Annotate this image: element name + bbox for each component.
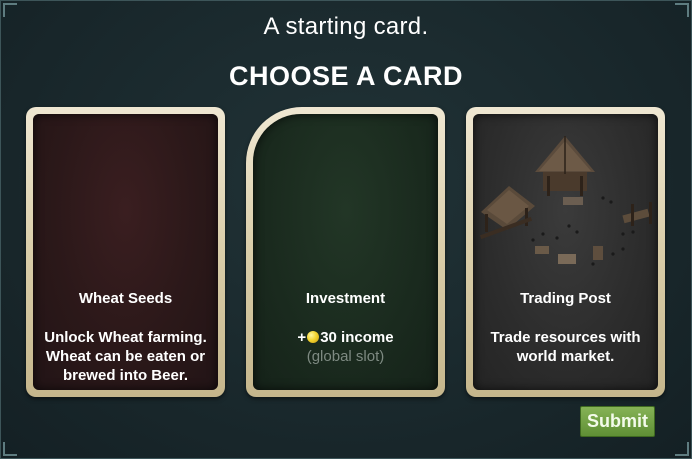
card-trading-post[interactable]: Trading Post Trade resources with world … (466, 107, 665, 397)
card-description: +30 income (global slot) (261, 328, 430, 366)
income-text: 30 income (320, 329, 394, 346)
card-name: Trading Post (520, 290, 611, 307)
income-prefix: + (297, 329, 307, 346)
dialog-subtitle: A starting card. (263, 13, 429, 40)
card-investment[interactable]: Investment +30 income (global slot) (246, 107, 445, 397)
frame-corner-ornament (3, 442, 17, 456)
card-name: Wheat Seeds (78, 290, 173, 307)
dialog-title: CHOOSE A CARD (228, 61, 463, 91)
card-wheat-seeds[interactable]: Wheat Seeds Unlock Wheat farming. Wheat … (26, 107, 225, 397)
card-description: Unlock Wheat farming. Wheat can be eaten… (44, 329, 207, 384)
card-description: Trade resources with world market. (490, 329, 641, 365)
slot-note: (global slot) (306, 348, 385, 365)
frame-corner-ornament (675, 442, 689, 456)
card-face: Investment +30 income (global slot) (253, 114, 438, 390)
submit-button[interactable]: Submit (580, 406, 655, 437)
card-name: Investment (305, 290, 386, 307)
trading-post-illustration (479, 136, 652, 266)
gold-coin-icon (307, 331, 320, 343)
card-face: Wheat Seeds Unlock Wheat farming. Wheat … (33, 114, 218, 390)
income-line: +30 income (261, 328, 430, 347)
card-face: Trading Post Trade resources with world … (473, 114, 658, 390)
